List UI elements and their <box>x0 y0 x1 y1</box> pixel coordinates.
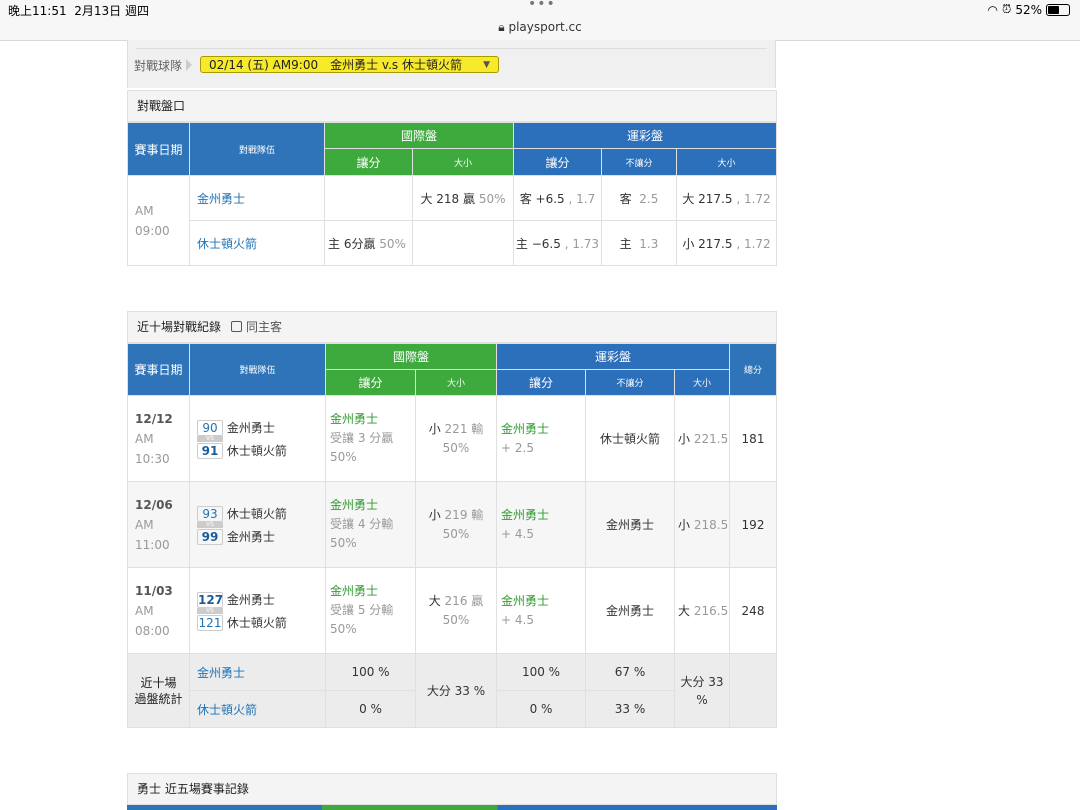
team-link[interactable]: 金州勇士 <box>197 192 245 206</box>
tab-dots[interactable]: ••• <box>528 0 556 12</box>
team-link[interactable]: 休士頓火箭 <box>197 703 257 717</box>
url-bar[interactable]: 🔒︎ playsport.cc <box>0 20 1080 35</box>
alarm-icon: ⏰︎ <box>1001 2 1012 16</box>
col-lot-ml: 不讓分 <box>601 148 677 176</box>
wifi-icon: ◠ <box>987 2 998 17</box>
picker-label: 對戰球隊 <box>134 59 193 73</box>
team-link[interactable]: 休士頓火箭 <box>197 237 257 251</box>
recent-table-header <box>127 805 777 810</box>
table-row: 休士頓火箭 主 6分贏 50% 主 −6.5 , 1.73 主 1.3 小 21… <box>128 220 777 266</box>
battery-icon <box>1046 3 1070 16</box>
table-row: 12/06 AM 11:00 93 休士頓火箭 VS 99 金州勇士 金州勇士 受讓 … <box>127 481 777 568</box>
odds-table: 賽事日期 對戰隊伍 國際盤 運彩盤 讓分 大小 讓分 不讓分 大小 AM 09:0… <box>127 122 777 266</box>
game-time: AM 09:00 <box>127 175 190 266</box>
lock-icon: 🔒︎ <box>498 20 505 34</box>
matchup-select-value: 02/14 (五) AM9:00 金州勇士 v.s 休士頓火箭 <box>209 58 462 72</box>
odds-section-title: 對戰盤口 <box>127 90 777 122</box>
col-intl: 國際盤 <box>324 122 514 149</box>
col-teams: 對戰隊伍 <box>189 122 325 176</box>
url-text: playsport.cc <box>508 20 582 34</box>
checkbox-label: 同主客 <box>246 320 283 334</box>
col-intl-spread: 讓分 <box>324 148 413 176</box>
col-lot-total: 大小 <box>674 369 730 396</box>
matchup-select[interactable]: 02/14 (五) AM9:00 金州勇士 v.s 休士頓火箭 ▼ <box>200 56 499 73</box>
col-lottery: 運彩盤 <box>496 343 730 370</box>
col-date: 賽事日期 <box>127 343 190 396</box>
table-row: 12/12 AM 10:30 90 金州勇士 VS 91 休士頓火箭 金州勇士 受讓 … <box>127 395 777 482</box>
status-bar: 晚上11:51 2月13日 週四 ••• 🔒︎ playsport.cc ◠ ⏰… <box>0 0 1080 41</box>
col-lot-spread: 讓分 <box>496 369 586 396</box>
chevron-down-icon: ▼ <box>483 60 490 70</box>
stats-row: 近十場 過盤統計 金州勇士 100 % 大分 33 % 100 % 67 % 大分… <box>127 653 777 728</box>
status-time: 晚上11:51 2月13日 週四 <box>8 4 149 18</box>
team-link[interactable]: 金州勇士 <box>197 666 245 680</box>
col-intl-spread: 讓分 <box>325 369 416 396</box>
h2h-table: 賽事日期 對戰隊伍 國際盤 運彩盤 總分 讓分 大小 讓分 不讓分 大小 12/… <box>127 343 777 728</box>
col-date: 賽事日期 <box>127 122 190 176</box>
col-lottery: 運彩盤 <box>513 122 777 149</box>
col-sum: 總分 <box>729 343 777 396</box>
status-right: ◠ ⏰︎ 52% <box>987 2 1070 17</box>
col-intl-total: 大小 <box>412 148 514 176</box>
col-intl-total: 大小 <box>415 369 497 396</box>
recent-section-title: 勇士 近五場賽事記錄 <box>127 773 777 805</box>
team-picker-box: 對戰球隊 02/14 (五) AM9:00 金州勇士 v.s 休士頓火箭 ▼ <box>127 40 776 88</box>
h2h-section-title: 近十場對戰紀錄 同主客 <box>127 311 777 343</box>
table-row: 11/03 AM 08:00 127 金州勇士 VS 121 休士頓火箭 金州勇士受… <box>127 567 777 654</box>
col-lot-total: 大小 <box>676 148 777 176</box>
battery-text: 52% <box>1015 2 1042 17</box>
col-teams: 對戰隊伍 <box>189 343 326 396</box>
col-lot-ml: 不讓分 <box>585 369 675 396</box>
table-row: AM 09:00 金州勇士 大 218 贏 50% 客 +6.5 , 1.7 客 … <box>127 175 777 266</box>
col-intl: 國際盤 <box>325 343 497 370</box>
same-home-checkbox[interactable] <box>231 321 243 332</box>
col-lot-spread: 讓分 <box>513 148 602 176</box>
